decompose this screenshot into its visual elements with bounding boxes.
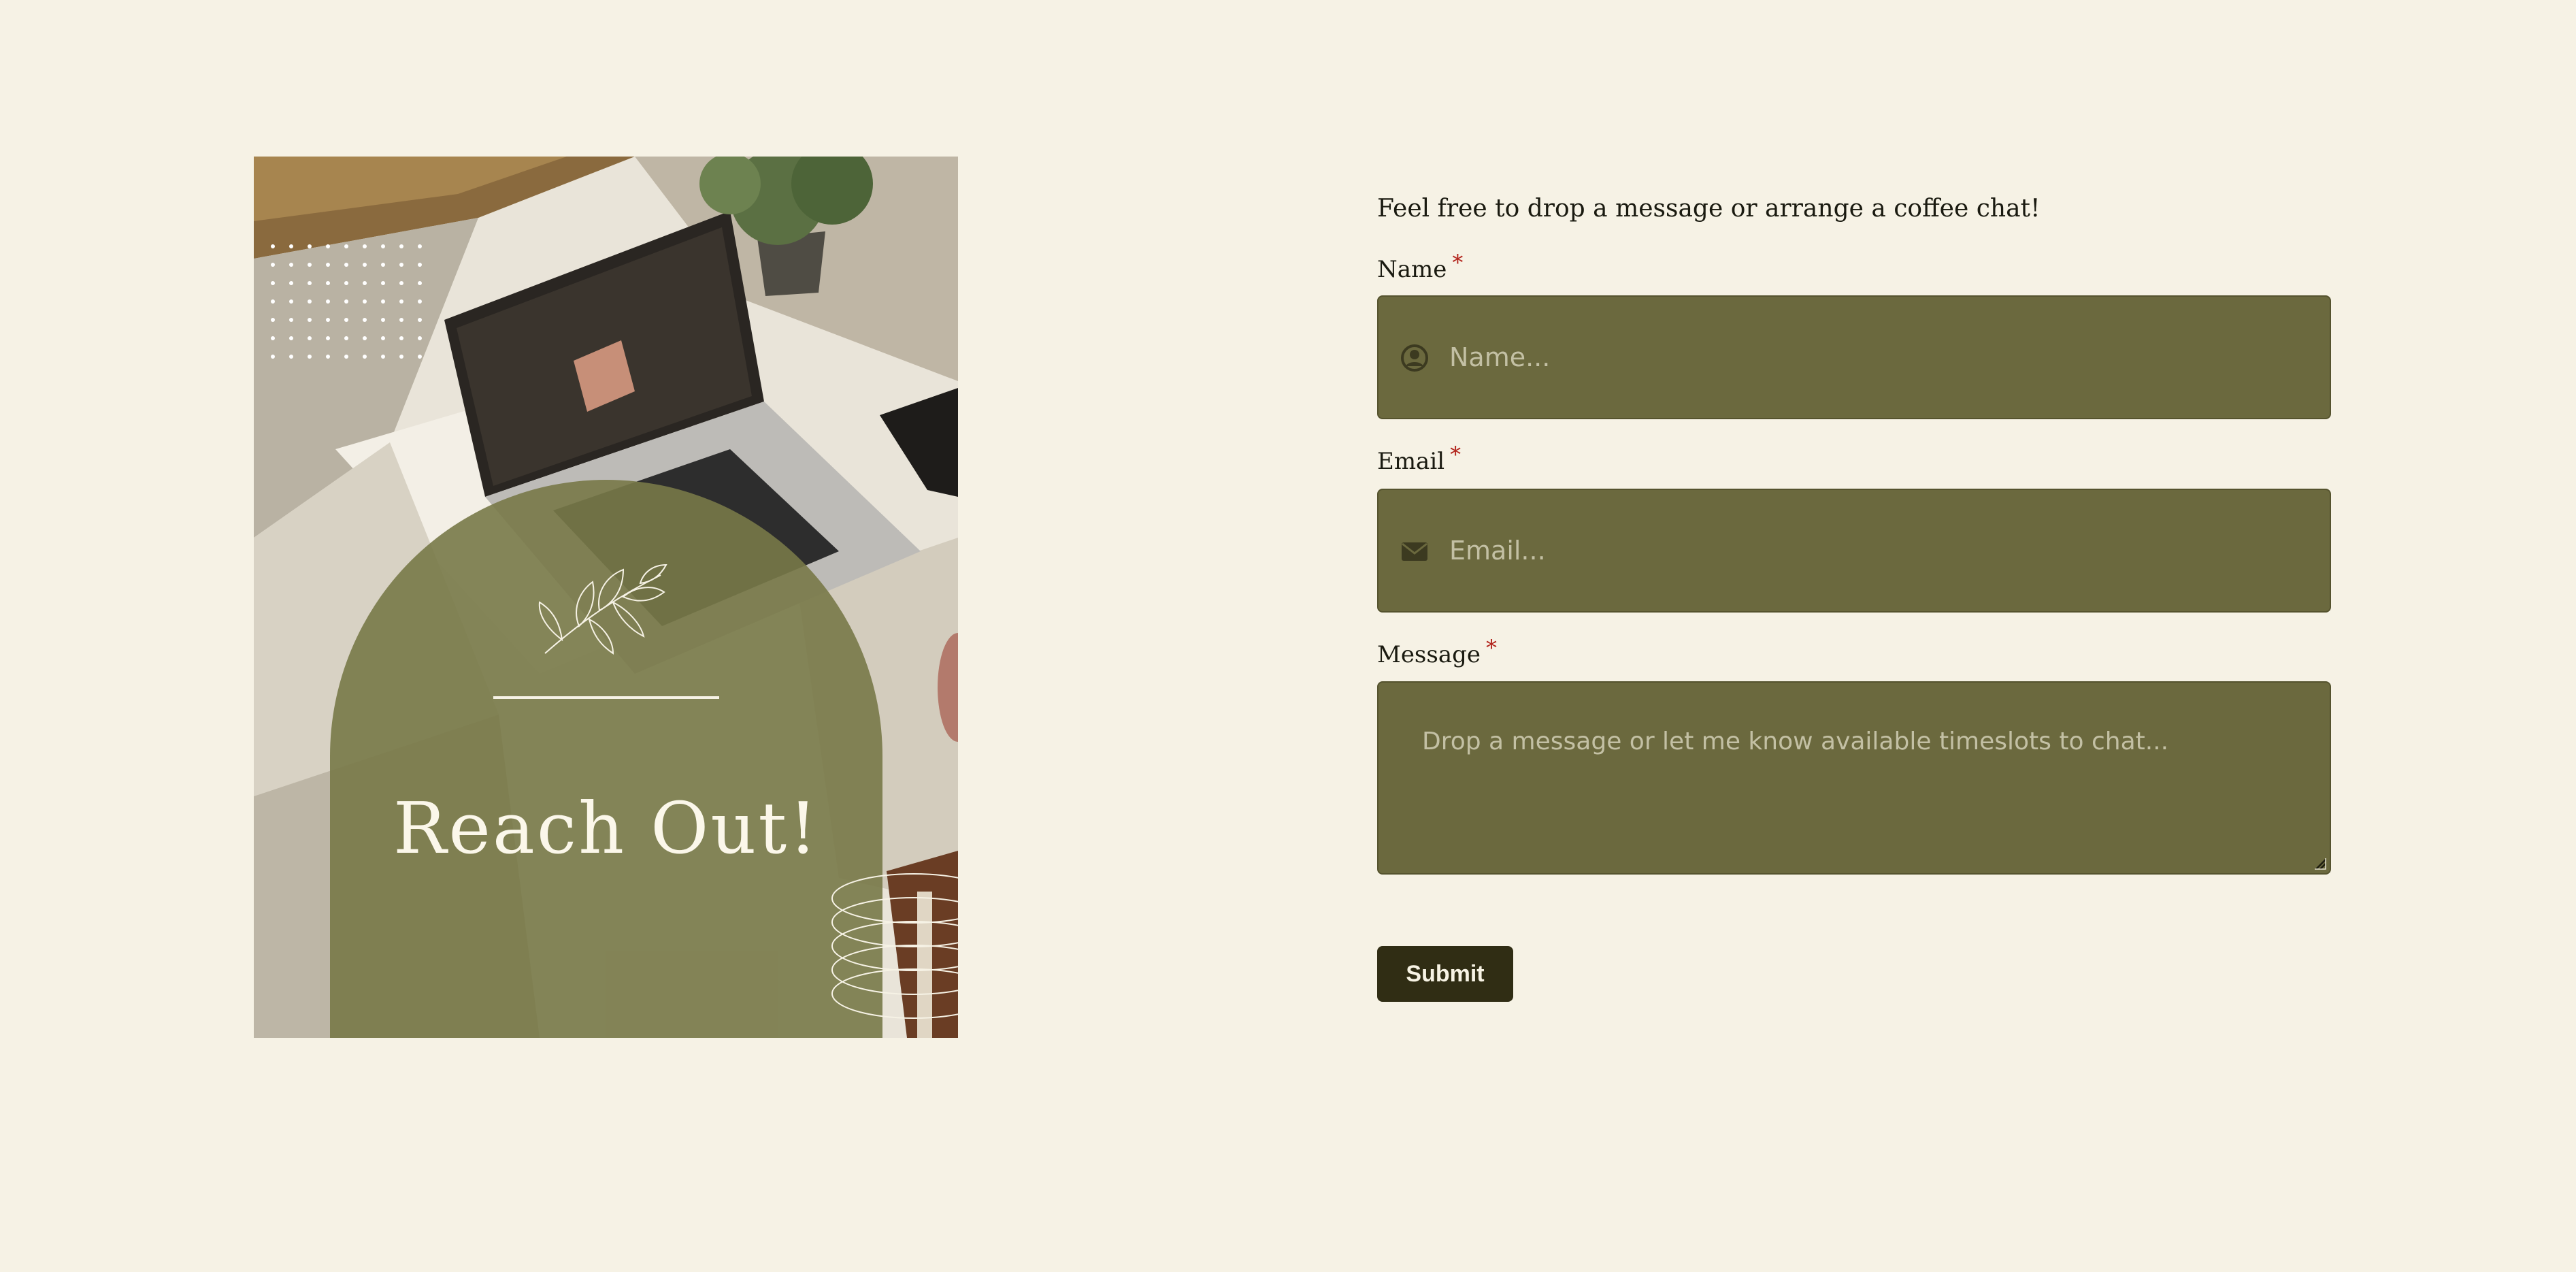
email-input[interactable] bbox=[1449, 490, 2307, 611]
resize-handle-icon[interactable] bbox=[2313, 857, 2327, 870]
name-field[interactable] bbox=[1377, 295, 2331, 419]
message-label-text: Message bbox=[1377, 641, 1481, 668]
required-asterisk: * bbox=[1450, 442, 1462, 468]
required-asterisk: * bbox=[1452, 250, 1464, 276]
hero-title: Reach Out! bbox=[393, 787, 819, 870]
envelope-icon bbox=[1402, 542, 1427, 561]
title-divider bbox=[493, 696, 719, 699]
rings-decoration bbox=[831, 873, 958, 1019]
name-label: Name * bbox=[1377, 250, 1463, 283]
name-label-text: Name bbox=[1377, 256, 1447, 283]
email-label-text: Email bbox=[1377, 448, 1445, 475]
email-field[interactable] bbox=[1377, 489, 2331, 613]
dot-grid-decoration bbox=[271, 244, 422, 359]
message-label: Message * bbox=[1377, 635, 1497, 668]
submit-button[interactable]: Submit bbox=[1377, 946, 1513, 1002]
form-intro: Feel free to drop a message or arrange a… bbox=[1377, 195, 2041, 223]
message-field[interactable] bbox=[1377, 681, 2331, 875]
leaf-sprig-icon bbox=[538, 564, 667, 655]
email-label: Email * bbox=[1377, 442, 1461, 475]
hero-image-panel: Reach Out! bbox=[254, 157, 958, 1038]
required-asterisk: * bbox=[1486, 635, 1497, 661]
user-circle-icon bbox=[1401, 344, 1428, 372]
name-input[interactable] bbox=[1449, 297, 2307, 418]
message-textarea[interactable] bbox=[1378, 683, 2330, 873]
